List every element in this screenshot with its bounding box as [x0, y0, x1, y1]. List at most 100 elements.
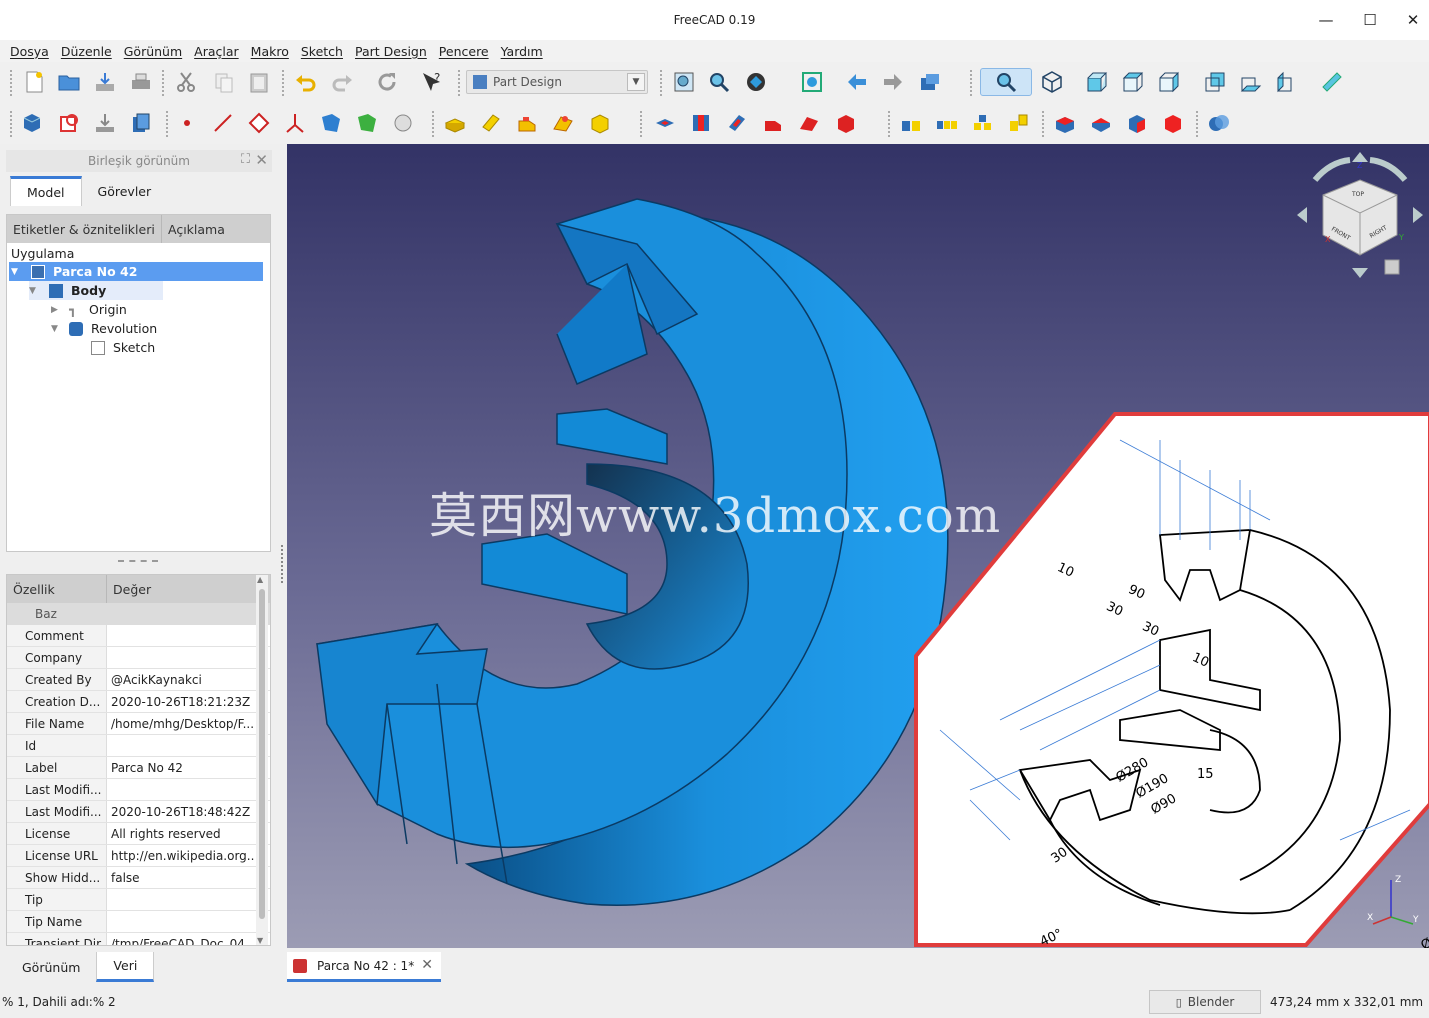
copy-button[interactable] [210, 68, 238, 96]
groove-button[interactable] [723, 109, 751, 137]
tab-model[interactable]: Model [10, 176, 82, 206]
property-row[interactable]: Tip Name [7, 911, 270, 933]
create-sketch-button[interactable] [55, 109, 83, 137]
isometric-view-button[interactable] [1038, 68, 1066, 96]
property-value[interactable]: /tmp/FreeCAD_Doc_04... [107, 933, 255, 946]
subshape-binder-button[interactable] [353, 109, 381, 137]
fit-all-button[interactable] [670, 68, 698, 96]
toolbar-grip[interactable] [888, 111, 892, 137]
menu-file[interactable]: Dosya [4, 44, 55, 59]
top-view-button[interactable] [1119, 68, 1147, 96]
document-tab[interactable]: Parca No 42 : 1* ✕ [287, 952, 441, 982]
panel-splitter[interactable] [118, 560, 158, 562]
nav-arrow-left-icon[interactable] [1297, 207, 1307, 223]
local-coordinate-button[interactable] [281, 109, 309, 137]
property-value[interactable] [107, 625, 255, 646]
thickness-button[interactable] [1159, 109, 1187, 137]
linear-pattern-button[interactable] [933, 109, 961, 137]
property-value[interactable] [107, 647, 255, 668]
forward-button[interactable] [879, 68, 907, 96]
validate-sketch-button[interactable] [91, 109, 119, 137]
3d-viewport[interactable]: 莫西网www.3dmox.com 10 90 30 30 10 15 Ø280 … [287, 144, 1429, 948]
close-button[interactable]: ✕ [1393, 8, 1429, 32]
nav-arrow-down-icon[interactable] [1352, 268, 1368, 278]
revolution-button[interactable] [477, 109, 505, 137]
back-button[interactable] [843, 68, 871, 96]
maximize-button[interactable]: ☐ [1350, 8, 1390, 32]
nav-arrow-right-icon[interactable] [1413, 207, 1423, 223]
property-value[interactable]: false [107, 867, 255, 888]
chevron-down-icon[interactable]: ▼ [29, 286, 43, 296]
datum-point-button[interactable] [173, 109, 201, 137]
menu-window[interactable]: Pencere [433, 44, 495, 59]
bottom-view-button[interactable] [1237, 68, 1265, 96]
tree-item-document[interactable]: ▼ Parca No 42 [9, 262, 263, 281]
menu-sketch[interactable]: Sketch [295, 44, 349, 59]
tree-header-description[interactable]: Açıklama [162, 215, 270, 243]
tab-tasks[interactable]: Görevler [82, 176, 168, 206]
std-views-fit-button[interactable] [980, 68, 1032, 96]
minimize-button[interactable]: — [1306, 8, 1346, 32]
undo-button[interactable] [292, 68, 320, 96]
property-row[interactable]: Id [7, 735, 270, 757]
toolbar-grip[interactable] [1042, 111, 1046, 137]
clone-button[interactable] [127, 109, 155, 137]
close-tab-icon[interactable]: ✕ [421, 957, 433, 973]
menu-part-design[interactable]: Part Design [349, 44, 433, 59]
chevron-down-icon[interactable]: ▼ [11, 267, 25, 277]
datum-plane-button[interactable] [245, 109, 273, 137]
cube-face-top[interactable]: TOP [1351, 191, 1364, 198]
clone-feature-button[interactable] [389, 109, 417, 137]
toolbar-grip[interactable] [640, 111, 644, 137]
property-header-value[interactable]: Değer [107, 575, 255, 603]
draft-button[interactable] [1123, 109, 1151, 137]
boolean-button[interactable] [1205, 109, 1233, 137]
toolbar-grip[interactable] [10, 70, 14, 96]
draw-style-button[interactable] [742, 68, 770, 96]
chamfer-button[interactable] [1087, 109, 1115, 137]
toolbar-grip[interactable] [458, 70, 462, 96]
cut-button[interactable] [172, 68, 200, 96]
tab-view[interactable]: Görünüm [6, 952, 96, 982]
subtractive-pipe-button[interactable] [795, 109, 823, 137]
subtractive-loft-button[interactable] [759, 109, 787, 137]
property-row[interactable]: Last Modifi... [7, 779, 270, 801]
close-panel-icon[interactable]: ✕ [255, 151, 268, 169]
workbench-selector[interactable]: Part Design ▼ [466, 70, 648, 94]
property-group-base[interactable]: Baz [7, 603, 270, 625]
toolbar-grip[interactable] [970, 70, 974, 96]
chevron-down-icon[interactable]: ▼ [51, 324, 65, 334]
polar-pattern-button[interactable] [969, 109, 997, 137]
save-button[interactable] [91, 68, 119, 96]
rear-view-button[interactable] [1201, 68, 1229, 96]
bounding-box-button[interactable] [798, 68, 826, 96]
right-view-button[interactable] [1155, 68, 1183, 96]
rotate-ccw-icon[interactable] [1312, 157, 1351, 182]
property-row[interactable]: Comment [7, 625, 270, 647]
open-button[interactable] [55, 68, 83, 96]
tree-header-labels[interactable]: Etiketler & öznitelikleri [7, 215, 162, 243]
property-value[interactable] [107, 735, 255, 756]
scroll-down-icon[interactable]: ▼ [257, 936, 263, 945]
scroll-up-icon[interactable]: ▲ [257, 575, 263, 584]
toolbar-grip[interactable] [660, 70, 664, 96]
tree-item-sketch[interactable]: Sketch [91, 338, 155, 357]
tree-item-body[interactable]: ▼ Body [29, 281, 163, 300]
toolbar-grip[interactable] [282, 70, 286, 96]
menu-macro[interactable]: Makro [245, 44, 295, 59]
property-value[interactable] [107, 779, 255, 800]
property-value[interactable]: http://en.wikipedia.org... [107, 845, 255, 866]
multi-transform-button[interactable] [1005, 109, 1033, 137]
tab-data[interactable]: Veri [96, 952, 155, 982]
navigation-style-button[interactable]: ▯ Blender [1149, 990, 1261, 1014]
pocket-button[interactable] [651, 109, 679, 137]
property-row[interactable]: Last Modifi... 2020-10-26T18:48:42Z [7, 801, 270, 823]
datum-line-button[interactable] [209, 109, 237, 137]
rotate-cw-icon[interactable] [1369, 157, 1408, 182]
pipe-button[interactable] [549, 109, 577, 137]
toolbar-grip[interactable] [166, 111, 170, 137]
redo-button[interactable] [328, 68, 356, 96]
property-row[interactable]: Show Hidd... false [7, 867, 270, 889]
property-header-name[interactable]: Özellik [7, 575, 107, 603]
property-row[interactable]: Company [7, 647, 270, 669]
